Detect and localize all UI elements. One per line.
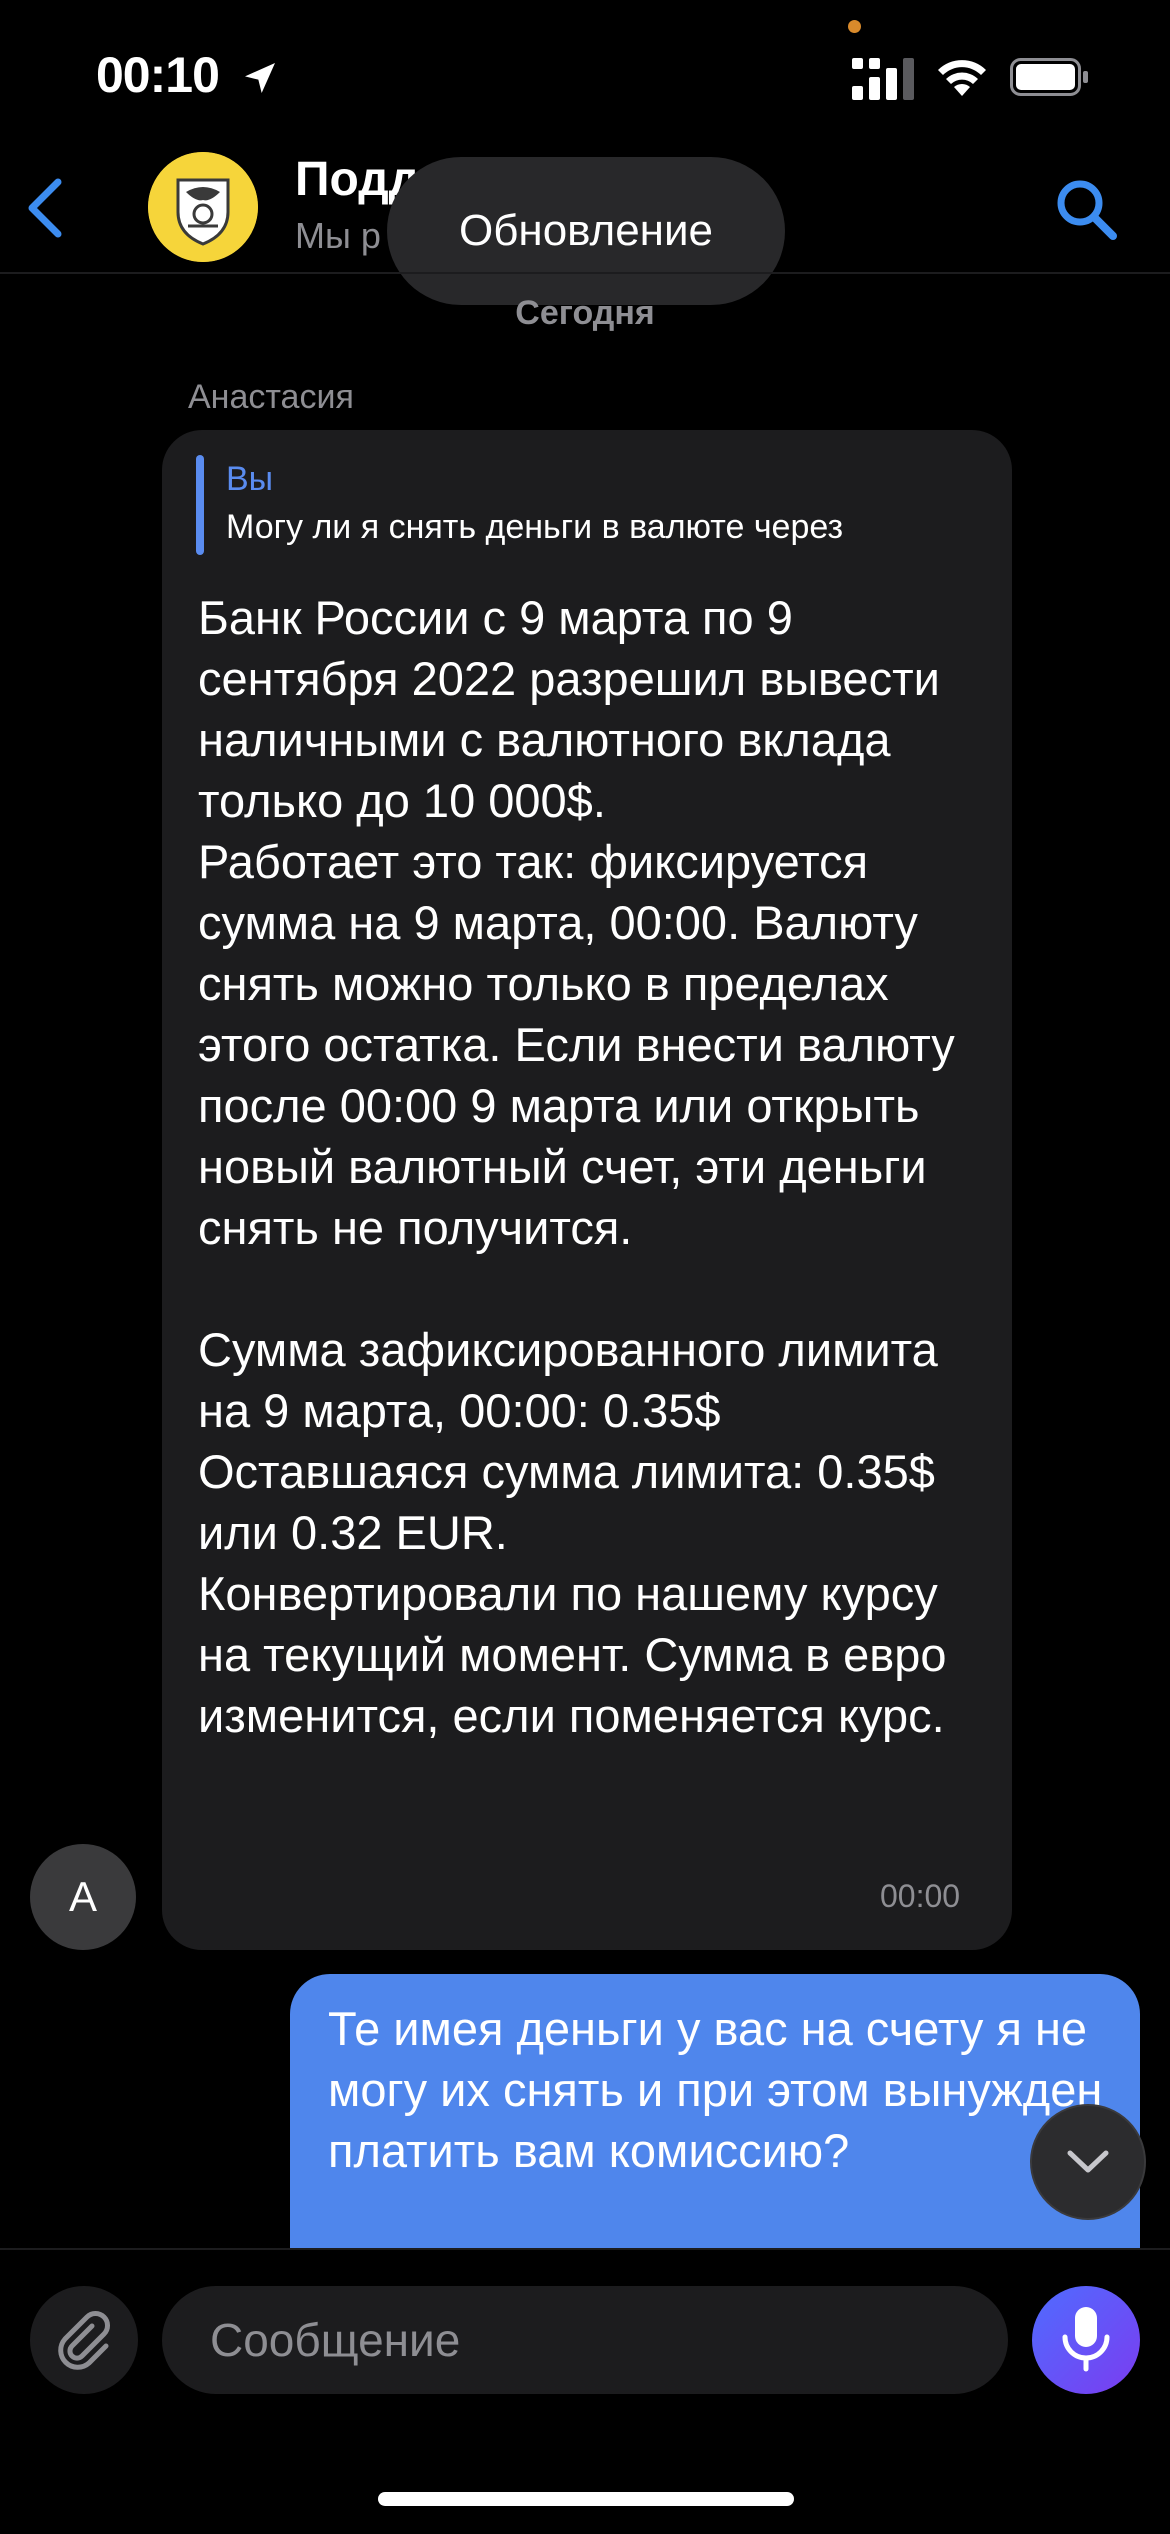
message-timestamp: 00:00 [880, 1878, 961, 1914]
date-separator: Сегодня [515, 294, 655, 332]
location-arrow-icon [245, 63, 275, 93]
scroll-to-bottom-button[interactable] [1030, 2104, 1146, 2220]
privacy-indicator-dot [848, 20, 861, 33]
cellular-signal-icon [852, 58, 914, 100]
wifi-icon [938, 60, 986, 96]
outgoing-message-text: Те имея деньги у вас на счету я не могу … [328, 2002, 1103, 2177]
microphone-button[interactable] [1032, 2286, 1140, 2394]
coat-of-arms-icon [148, 152, 258, 262]
update-toast: Обновление [387, 157, 785, 305]
message-input[interactable] [162, 2286, 1008, 2394]
home-indicator [378, 2492, 794, 2506]
attach-button[interactable] [30, 2286, 138, 2394]
sender-name: Анастасия [188, 378, 354, 416]
chat-subtitle: Мы р [295, 215, 381, 256]
chevron-down-icon [1067, 2150, 1109, 2173]
microphone-icon [1062, 2307, 1110, 2372]
reply-quote-author[interactable]: Вы [226, 460, 273, 499]
agent-avatar[interactable]: А [30, 1844, 136, 1950]
back-chevron-icon[interactable] [22, 176, 72, 240]
incoming-message-text: Банк России с 9 марта по 9 сентября 2022… [198, 591, 955, 1742]
header-divider [0, 272, 1170, 274]
search-icon[interactable] [1053, 176, 1119, 242]
paperclip-icon [58, 2311, 110, 2370]
reply-quote-text[interactable]: Могу ли я снять деньги в валюте через [226, 508, 966, 547]
status-time: 00:10 [96, 47, 220, 103]
reply-quote-bar [196, 455, 204, 555]
bank-logo-avatar[interactable] [148, 152, 258, 262]
battery-icon [1010, 58, 1088, 96]
